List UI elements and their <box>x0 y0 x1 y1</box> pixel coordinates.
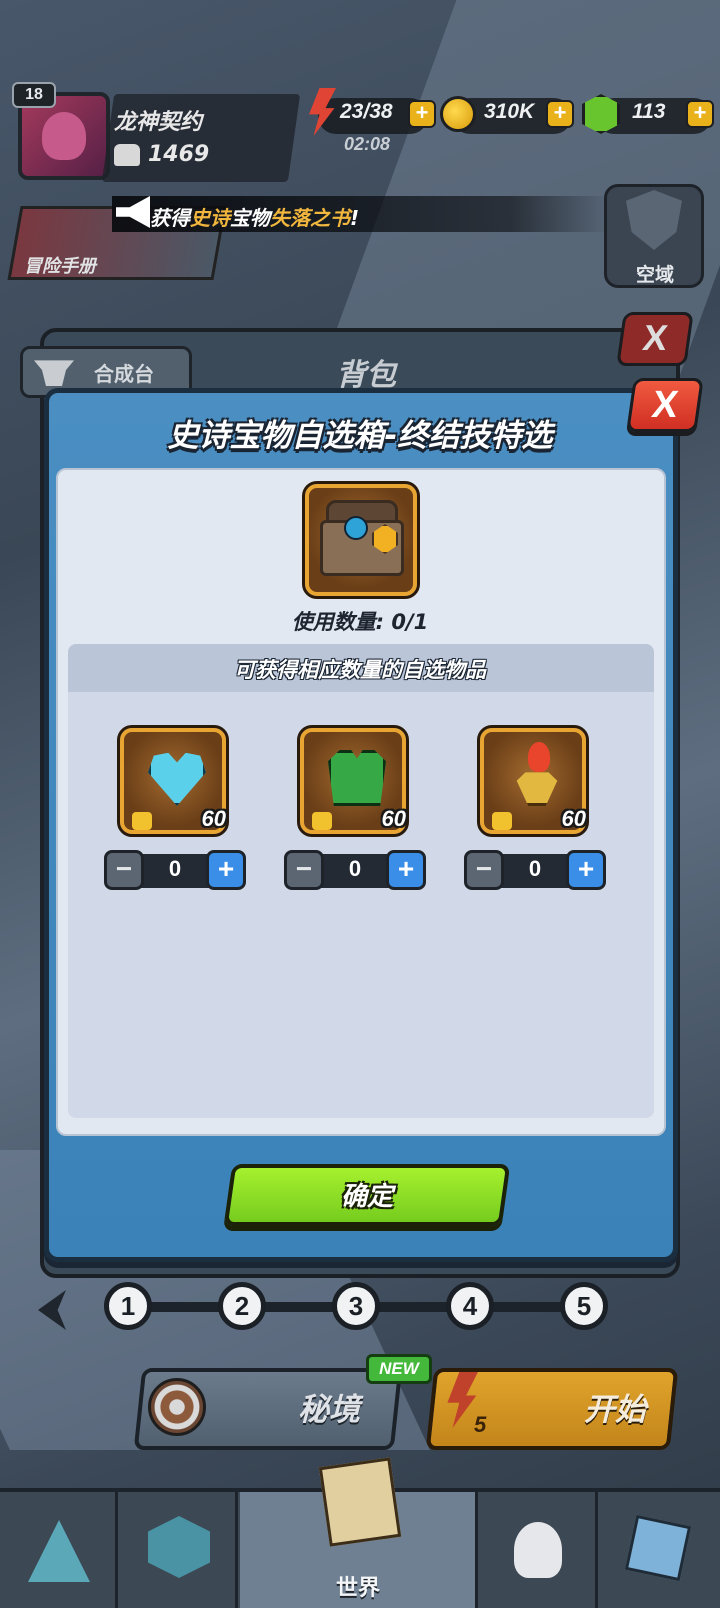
decrement-button[interactable]: − <box>284 850 324 890</box>
add-energy-button[interactable]: + <box>408 100 436 128</box>
dialog-title: 史诗宝物自选箱-终结技特选 <box>167 418 553 454</box>
top-hud: 18 龙神契约 1469 23/38 + 02:08 310K + 113 + … <box>0 0 720 290</box>
world-map-icon <box>318 1457 402 1547</box>
coin-icon <box>440 96 476 132</box>
forge-tab-label: 合成台 <box>94 362 154 386</box>
dialog-subtitle: 可获得相应数量的自选物品 <box>234 658 486 682</box>
item-slot[interactable]: 60 <box>297 725 409 837</box>
list-item: 60 − 0 + <box>464 725 614 898</box>
quantity-stepper: − 0 + <box>104 850 246 892</box>
increment-button[interactable]: + <box>566 850 606 890</box>
level-badge: 18 <box>12 82 56 108</box>
ticker-suffix: ! <box>350 206 360 230</box>
ticker-highlight: 失落之书 <box>270 206 350 230</box>
crystal-peak-icon <box>28 1520 90 1582</box>
add-coins-button[interactable]: + <box>546 100 574 128</box>
dialog-close-button[interactable]: X <box>626 378 704 432</box>
use-count-label: 使用数量: 0/1 <box>291 610 429 634</box>
avatar-face-icon <box>42 112 86 160</box>
quantity-value: 0 <box>348 856 362 881</box>
quantity-stepper: − 0 + <box>284 850 426 892</box>
stage-node-4[interactable]: 4 <box>446 1282 494 1330</box>
hex-shield-icon <box>148 1516 210 1578</box>
target-icon <box>148 1378 206 1436</box>
decrement-button[interactable]: − <box>464 850 504 890</box>
list-item: 60 − 0 + <box>104 725 254 898</box>
increment-button[interactable]: + <box>386 850 426 890</box>
new-badge: NEW <box>366 1354 432 1384</box>
start-energy-cost: 5 <box>474 1412 487 1437</box>
handbook-label: 冒险手册 <box>24 256 96 277</box>
gem-orb-icon <box>344 516 368 540</box>
secret-realm-label: 秘境 <box>298 1392 360 1428</box>
quantity-value: 0 <box>528 856 542 881</box>
power-fist-icon <box>114 144 140 166</box>
nav-tab-heroes[interactable] <box>480 1492 598 1608</box>
stage-node-1[interactable]: 1 <box>104 1282 152 1330</box>
add-gems-button[interactable]: + <box>686 100 714 128</box>
item-count: 60 <box>381 806 406 831</box>
stage-node-5[interactable]: 5 <box>560 1282 608 1330</box>
decrement-button[interactable]: − <box>104 850 144 890</box>
flame-icon <box>528 742 550 772</box>
increment-button[interactable]: + <box>206 850 246 890</box>
nav-world-label: 世界 <box>336 1576 381 1601</box>
nav-tab-shield[interactable] <box>120 1492 238 1608</box>
energy-timer: 02:08 <box>344 134 391 154</box>
item-slot[interactable]: 60 <box>477 725 589 837</box>
puzzle-piece-icon <box>492 812 512 830</box>
coin-value: 310K <box>484 100 535 123</box>
sky-domain-label: 空域 <box>636 264 675 286</box>
stage-node-3[interactable]: 3 <box>332 1282 380 1330</box>
nav-tab-peak[interactable] <box>0 1492 118 1608</box>
player-power: 1469 <box>148 142 210 167</box>
quantity-stepper: − 0 + <box>464 850 606 892</box>
item-count: 60 <box>201 806 226 831</box>
item-slot[interactable]: 60 <box>117 725 229 837</box>
stage-node-2[interactable]: 2 <box>218 1282 266 1330</box>
ticker-highlight: 史诗 <box>190 206 230 230</box>
player-name: 龙神契约 <box>114 110 203 135</box>
gem-value: 113 <box>632 100 666 123</box>
confirm-button-label: 确定 <box>340 1182 393 1212</box>
cube-icon <box>624 1514 692 1582</box>
quantity-value: 0 <box>168 856 182 881</box>
item-count: 60 <box>561 806 586 831</box>
green-vest-icon <box>328 750 386 806</box>
ticker-prefix: 获得 <box>150 206 190 230</box>
puzzle-piece-icon <box>132 812 152 830</box>
ticker-text: 获得史诗宝物失落之书! <box>150 202 359 231</box>
backpack-close-button[interactable]: X <box>616 312 694 366</box>
nav-tab-shop[interactable] <box>600 1492 718 1608</box>
energy-value: 23/38 <box>340 100 393 123</box>
start-button-label: 开始 <box>584 1392 646 1428</box>
list-item: 60 − 0 + <box>284 725 434 898</box>
ice-heart-amulet-icon <box>148 752 206 806</box>
puzzle-piece-icon <box>312 812 332 830</box>
character-icon <box>514 1522 562 1578</box>
ticker-middle: 宝物 <box>230 206 270 230</box>
